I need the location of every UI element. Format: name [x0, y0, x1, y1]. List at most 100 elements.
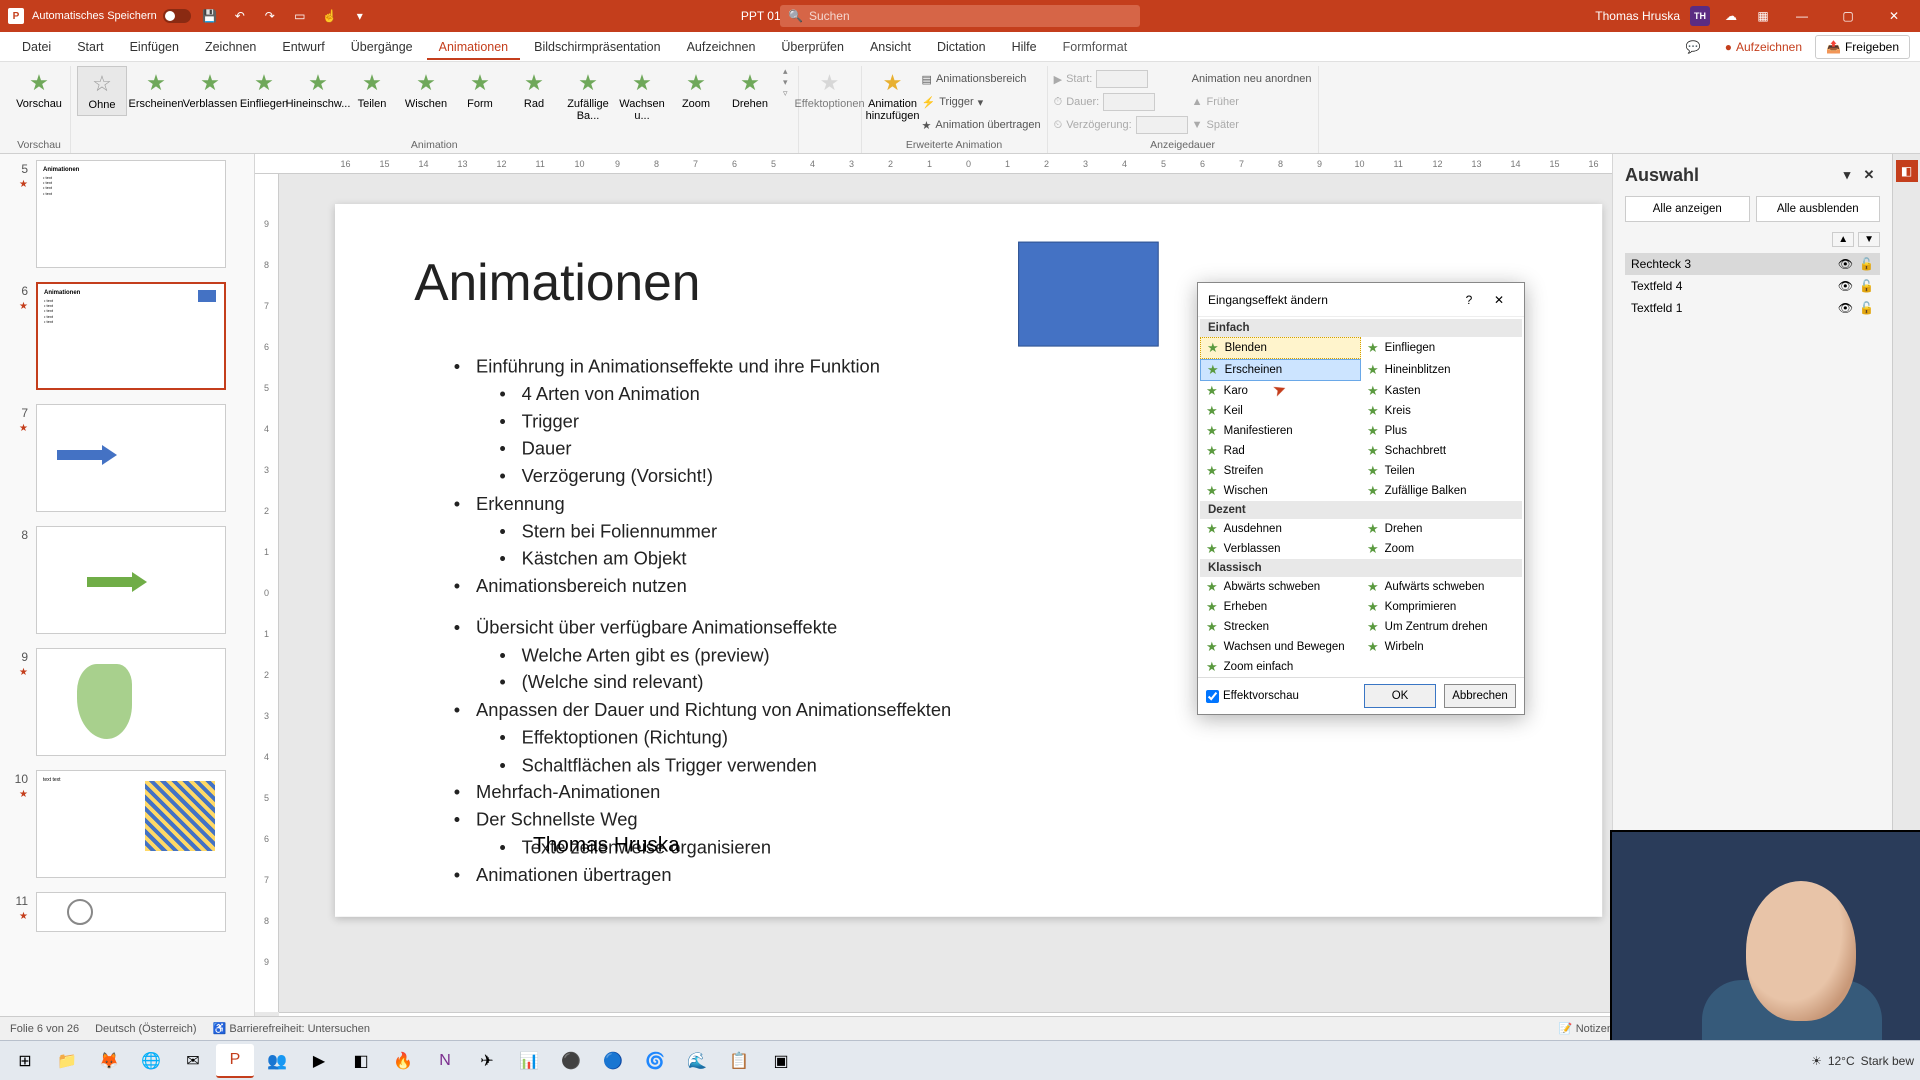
slide-rectangle-shape[interactable]	[1018, 242, 1159, 347]
language-indicator[interactable]: Deutsch (Österreich)	[95, 1023, 196, 1035]
effect-zoom[interactable]: ★Zoom	[671, 66, 721, 114]
effect-zoom-dialog[interactable]: ★Zoom	[1361, 539, 1522, 559]
explorer-icon[interactable]: 📁	[48, 1044, 86, 1078]
slide-thumb-8[interactable]	[36, 526, 226, 634]
visibility-icon[interactable]: 👁	[1838, 257, 1853, 271]
lock-icon[interactable]: 🔓	[1859, 301, 1874, 315]
search-input[interactable]	[809, 9, 1132, 23]
app-icon-3[interactable]: 📊	[510, 1044, 548, 1078]
effect-wischen[interactable]: ★Wischen	[401, 66, 451, 114]
effect-erscheinen[interactable]: ★Erscheinen	[1200, 359, 1361, 381]
tab-hilfe[interactable]: Hilfe	[1000, 34, 1049, 60]
move-up-icon[interactable]: ▲	[1832, 232, 1854, 247]
effect-strecken[interactable]: ★Strecken	[1200, 617, 1361, 637]
effect-komprimieren[interactable]: ★Komprimieren	[1361, 597, 1522, 617]
tab-entwurf[interactable]: Entwurf	[270, 34, 336, 60]
selection-pane-close-icon[interactable]: ✕	[1858, 164, 1880, 186]
ok-button[interactable]: OK	[1364, 684, 1436, 708]
accessibility-checker[interactable]: ♿ Barrierefreiheit: Untersuchen	[213, 1022, 370, 1035]
selection-item-rechteck3[interactable]: Rechteck 3👁🔓	[1625, 253, 1880, 275]
undo-icon[interactable]: ↶	[229, 5, 251, 27]
comments-icon[interactable]: 💬	[1675, 35, 1712, 59]
freigeben-button[interactable]: 📤 Freigeben	[1815, 35, 1910, 59]
effektvorschau-checkbox[interactable]: Effektvorschau	[1206, 690, 1299, 703]
effect-form[interactable]: ★Form	[455, 66, 505, 114]
touch-icon[interactable]: ☝	[319, 5, 341, 27]
selection-item-textfeld4[interactable]: Textfeld 4👁🔓	[1625, 275, 1880, 297]
effect-wachsen-bewegen[interactable]: ★Wachsen und Bewegen	[1200, 637, 1361, 657]
effect-drehen-dialog[interactable]: ★Drehen	[1361, 519, 1522, 539]
effect-verblassen-dialog[interactable]: ★Verblassen	[1200, 539, 1361, 559]
start-menu-icon[interactable]: ⊞	[6, 1044, 44, 1078]
slide-thumb-7[interactable]	[36, 404, 226, 512]
effect-abwaerts-schweben[interactable]: ★Abwärts schweben	[1200, 577, 1361, 597]
tab-ansicht[interactable]: Ansicht	[858, 34, 923, 60]
tab-uebergaenge[interactable]: Übergänge	[339, 34, 425, 60]
quickaccess-more-icon[interactable]: ▾	[349, 5, 371, 27]
tab-aufzeichnen[interactable]: Aufzeichnen	[675, 34, 768, 60]
edge-icon[interactable]: 🌊	[678, 1044, 716, 1078]
effect-keil[interactable]: ★Keil	[1200, 401, 1361, 421]
effect-rad-dialog[interactable]: ★Rad	[1200, 441, 1361, 461]
aufzeichnen-button[interactable]: ● Aufzeichnen	[1714, 35, 1813, 59]
telegram-icon[interactable]: ✈	[468, 1044, 506, 1078]
slide-thumb-6[interactable]: Animationen• text• text• text• text• tex…	[36, 282, 226, 390]
effect-teilen[interactable]: ★Teilen	[347, 66, 397, 114]
tab-ueberpruefen[interactable]: Überprüfen	[769, 34, 856, 60]
effect-ausdehnen[interactable]: ★Ausdehnen	[1200, 519, 1361, 539]
animation-hinzufuegen-button[interactable]: ★Animation hinzufügen	[868, 66, 918, 126]
cloud-icon[interactable]: ☁	[1720, 5, 1742, 27]
vorschau-button[interactable]: ★Vorschau	[14, 66, 64, 114]
app-icon-1[interactable]: ◧	[342, 1044, 380, 1078]
selection-pane-dropdown-icon[interactable]: ▾	[1836, 164, 1858, 186]
alle-ausblenden-button[interactable]: Alle ausblenden	[1756, 196, 1881, 222]
chrome-icon[interactable]: 🌐	[132, 1044, 170, 1078]
tab-animationen[interactable]: Animationen	[427, 34, 521, 60]
obs-icon[interactable]: ⚫	[552, 1044, 590, 1078]
slide-thumbnails-panel[interactable]: 5★Animationen• text• text• text• text 6★…	[0, 154, 255, 1050]
save-icon[interactable]: 💾	[199, 5, 221, 27]
effect-hineinblitzen[interactable]: ★Hineinblitzen	[1361, 359, 1522, 381]
effect-kasten[interactable]: ★Kasten	[1361, 381, 1522, 401]
effect-umzentrum[interactable]: ★Um Zentrum drehen	[1361, 617, 1522, 637]
autosave-toggle[interactable]: Automatisches Speichern	[32, 9, 191, 23]
move-down-icon[interactable]: ▼	[1858, 232, 1880, 247]
firefox-icon[interactable]: 🦊	[90, 1044, 128, 1078]
effect-wachsen[interactable]: ★Wachsen u...	[617, 66, 667, 126]
app-icon-4[interactable]: 🔵	[594, 1044, 632, 1078]
redo-icon[interactable]: ↷	[259, 5, 281, 27]
effect-blenden[interactable]: ★Blenden	[1200, 337, 1361, 359]
tab-einfuegen[interactable]: Einfügen	[118, 34, 191, 60]
selection-item-textfeld1[interactable]: Textfeld 1👁🔓	[1625, 297, 1880, 319]
weather-widget[interactable]: ☀ 12°C Stark bew	[1811, 1054, 1914, 1068]
effect-aufwaerts-schweben[interactable]: ★Aufwärts schweben	[1361, 577, 1522, 597]
effect-hineinschweben[interactable]: ★Hineinschw...	[293, 66, 343, 114]
tab-bildschirmpraesentation[interactable]: Bildschirmpräsentation	[522, 34, 672, 60]
effect-manifestieren[interactable]: ★Manifestieren	[1200, 421, 1361, 441]
app-icon-6[interactable]: 📋	[720, 1044, 758, 1078]
effect-rad[interactable]: ★Rad	[509, 66, 559, 114]
present-icon[interactable]: ▦	[1752, 5, 1774, 27]
collapse-ribbon-icon[interactable]: ◧	[1896, 160, 1918, 182]
minimize-icon[interactable]: —	[1784, 0, 1820, 32]
effect-wirbeln[interactable]: ★Wirbeln	[1361, 637, 1522, 657]
dialog-close-icon[interactable]: ✕	[1484, 293, 1514, 307]
abbrechen-button[interactable]: Abbrechen	[1444, 684, 1516, 708]
app-icon-2[interactable]: 🔥	[384, 1044, 422, 1078]
effect-schachbrett[interactable]: ★Schachbrett	[1361, 441, 1522, 461]
user-avatar[interactable]: TH	[1690, 6, 1710, 26]
effect-drehen[interactable]: ★Drehen	[725, 66, 775, 114]
effect-verblassen[interactable]: ★Verblassen	[185, 66, 235, 114]
trigger-button[interactable]: ⚡ Trigger ▾	[922, 92, 1041, 112]
effect-einfliegen[interactable]: ★Einfliegen	[239, 66, 289, 114]
teams-icon[interactable]: 👥	[258, 1044, 296, 1078]
tab-zeichnen[interactable]: Zeichnen	[193, 34, 268, 60]
slide-thumb-11[interactable]	[36, 892, 226, 932]
dialog-help-icon[interactable]: ?	[1454, 293, 1484, 307]
vlc-icon[interactable]: ▶	[300, 1044, 338, 1078]
effect-zufaellige[interactable]: ★Zufällige Ba...	[563, 66, 613, 126]
outlook-icon[interactable]: ✉	[174, 1044, 212, 1078]
animation-gallery[interactable]: ☆Ohne ★Erscheinen ★Verblassen ★Einfliege…	[77, 66, 792, 139]
slide-author[interactable]: Thomas Hruska	[533, 834, 680, 858]
effect-ohne[interactable]: ☆Ohne	[77, 66, 127, 116]
